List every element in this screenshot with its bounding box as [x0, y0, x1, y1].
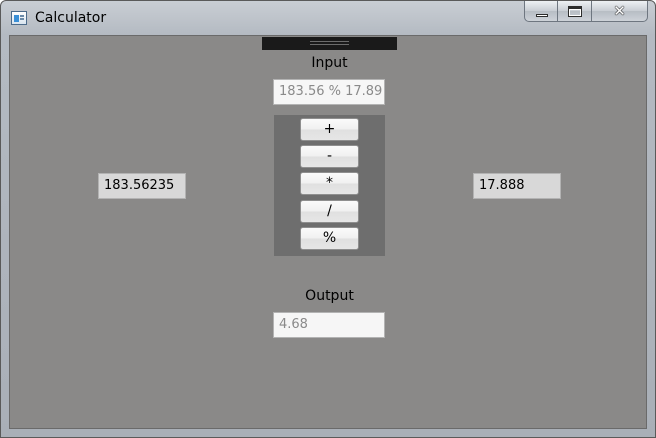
input-label: Input [311, 55, 348, 71]
output-field[interactable]: 4.68 [273, 312, 385, 338]
calculator-app-icon[interactable] [11, 11, 27, 25]
subtract-button[interactable]: - [300, 145, 359, 168]
minimize-icon [536, 14, 548, 17]
multiply-button[interactable]: * [300, 172, 359, 195]
window-title: Calculator [35, 10, 107, 26]
divide-button[interactable]: / [300, 200, 359, 223]
add-button[interactable]: + [300, 118, 359, 141]
maximize-button[interactable] [558, 1, 592, 22]
drag-handle[interactable] [262, 37, 397, 50]
minimize-button[interactable] [524, 1, 558, 22]
maximize-icon [568, 6, 582, 17]
title-bar[interactable]: Calculator ✕ [1, 1, 655, 35]
output-label: Output [305, 288, 354, 304]
close-button[interactable]: ✕ [592, 1, 648, 22]
client-area: Input 183.56 % 17.89 183.56235 17.888 + … [9, 35, 647, 429]
caption-buttons: ✕ [524, 1, 648, 23]
close-icon: ✕ [613, 2, 626, 20]
modulo-button[interactable]: % [300, 227, 359, 250]
right-operand-field[interactable]: 17.888 [473, 173, 561, 199]
operator-panel: + - * / % [274, 115, 385, 256]
left-operand-field[interactable]: 183.56235 [98, 173, 186, 199]
input-field[interactable]: 183.56 % 17.89 [273, 79, 385, 105]
calculator-window: Calculator ✕ Input 183.56 % 17.89 183.56… [0, 0, 656, 438]
